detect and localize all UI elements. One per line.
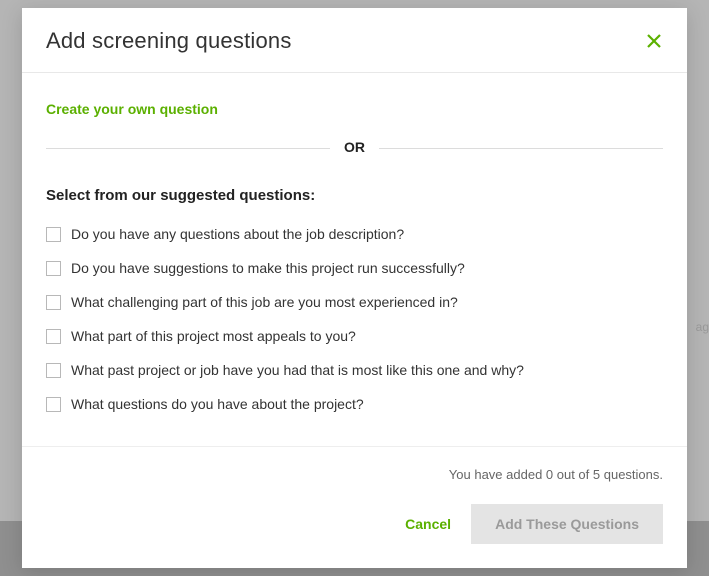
suggested-question-item[interactable]: What challenging part of this job are yo… [46,294,663,310]
background-text-fragment: ag [696,320,709,334]
close-icon [646,33,662,49]
checkbox[interactable] [46,363,61,378]
suggested-question-list: Do you have any questions about the job … [46,226,663,412]
question-text: What questions do you have about the pro… [71,396,364,412]
footer-actions: Cancel Add These Questions [46,504,663,544]
checkbox[interactable] [46,261,61,276]
question-text: What challenging part of this job are yo… [71,294,458,310]
question-text: What part of this project most appeals t… [71,328,356,344]
add-screening-questions-modal: Add screening questions Create your own … [22,8,687,568]
modal-title: Add screening questions [46,28,292,54]
close-button[interactable] [645,32,663,50]
or-divider: OR [46,139,663,157]
suggested-question-item[interactable]: What past project or job have you had th… [46,362,663,378]
question-text: What past project or job have you had th… [71,362,524,378]
questions-count-text: You have added 0 out of 5 questions. [46,467,663,482]
checkbox[interactable] [46,227,61,242]
suggested-question-item[interactable]: What questions do you have about the pro… [46,396,663,412]
cancel-button[interactable]: Cancel [405,516,451,532]
suggested-questions-heading: Select from our suggested questions: [46,187,663,204]
suggested-question-item[interactable]: Do you have suggestions to make this pro… [46,260,663,276]
suggested-question-item[interactable]: What part of this project most appeals t… [46,328,663,344]
or-divider-label: OR [330,139,379,155]
checkbox[interactable] [46,329,61,344]
create-own-question-link[interactable]: Create your own question [46,101,218,117]
modal-body-wrapper: Create your own question OR Select from … [22,73,687,446]
modal-body-scroll[interactable]: Create your own question OR Select from … [22,73,687,446]
add-these-questions-button[interactable]: Add These Questions [471,504,663,544]
modal-footer: You have added 0 out of 5 questions. Can… [22,446,687,568]
checkbox[interactable] [46,397,61,412]
suggested-question-item[interactable]: Do you have any questions about the job … [46,226,663,242]
checkbox[interactable] [46,295,61,310]
question-text: Do you have any questions about the job … [71,226,404,242]
modal-header: Add screening questions [22,8,687,73]
question-text: Do you have suggestions to make this pro… [71,260,465,276]
